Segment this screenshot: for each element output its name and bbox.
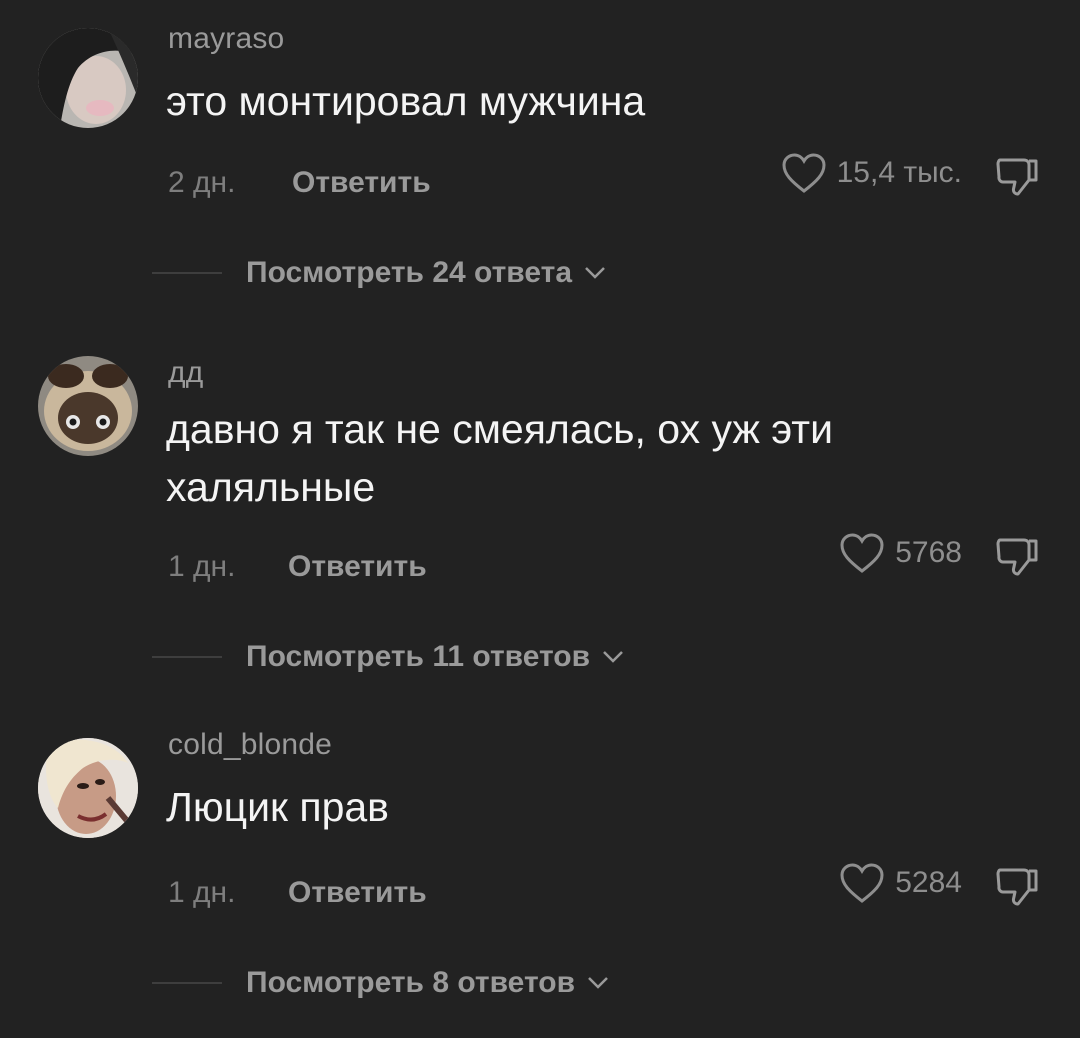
- divider: [152, 656, 222, 658]
- thumbs-down-outline-icon: [996, 868, 1038, 906]
- comment-time: 1 дн.: [168, 550, 236, 583]
- username[interactable]: дд: [168, 356, 203, 390]
- heart-outline-icon: [840, 863, 884, 903]
- divider: [152, 982, 222, 984]
- comment-time: 1 дн.: [168, 876, 236, 909]
- like-button[interactable]: 5284: [839, 862, 962, 904]
- reply-button[interactable]: Ответить: [288, 550, 427, 584]
- chevron-down-icon: [585, 267, 605, 279]
- avatar[interactable]: [38, 28, 138, 128]
- comment-text: Люцик прав: [166, 784, 389, 830]
- comment-time: 2 дн.: [168, 166, 236, 199]
- view-replies-button[interactable]: Посмотреть 24 ответа: [152, 256, 606, 290]
- heart-outline-icon: [840, 533, 884, 573]
- like-count: 5284: [895, 866, 962, 899]
- view-replies-button[interactable]: Посмотреть 11 ответов: [152, 640, 624, 674]
- view-replies-label: Посмотреть 11 ответов: [246, 640, 591, 673]
- chevron-down-icon: [588, 977, 608, 989]
- like-count: 15,4 тыс.: [836, 156, 962, 189]
- view-replies-label: Посмотреть 8 ответов: [246, 966, 576, 999]
- dislike-button[interactable]: [994, 152, 1040, 198]
- like-count: 5768: [895, 536, 962, 569]
- view-replies-button[interactable]: Посмотреть 8 ответов: [152, 966, 609, 1000]
- like-button[interactable]: 15,4 тыс.: [781, 152, 962, 194]
- comment-text: это монтировал мужчина: [166, 78, 646, 124]
- dislike-button[interactable]: [994, 862, 1040, 908]
- thumbs-down-outline-icon: [996, 538, 1038, 576]
- view-replies-label: Посмотреть 24 ответа: [246, 256, 573, 289]
- like-button[interactable]: 5768: [839, 532, 962, 574]
- thumbs-down-outline-icon: [996, 158, 1038, 196]
- divider: [152, 272, 222, 274]
- chevron-down-icon: [603, 651, 623, 663]
- comment-text: давно я так не смеялась, ох уж эти халял…: [166, 406, 833, 510]
- avatar[interactable]: [38, 356, 138, 456]
- dislike-button[interactable]: [994, 532, 1040, 578]
- reply-button[interactable]: Ответить: [288, 876, 427, 910]
- heart-outline-icon: [782, 153, 826, 193]
- username[interactable]: cold_blonde: [168, 728, 332, 762]
- reply-button[interactable]: Ответить: [292, 166, 431, 200]
- avatar[interactable]: [38, 738, 138, 838]
- username[interactable]: mayraso: [168, 22, 284, 56]
